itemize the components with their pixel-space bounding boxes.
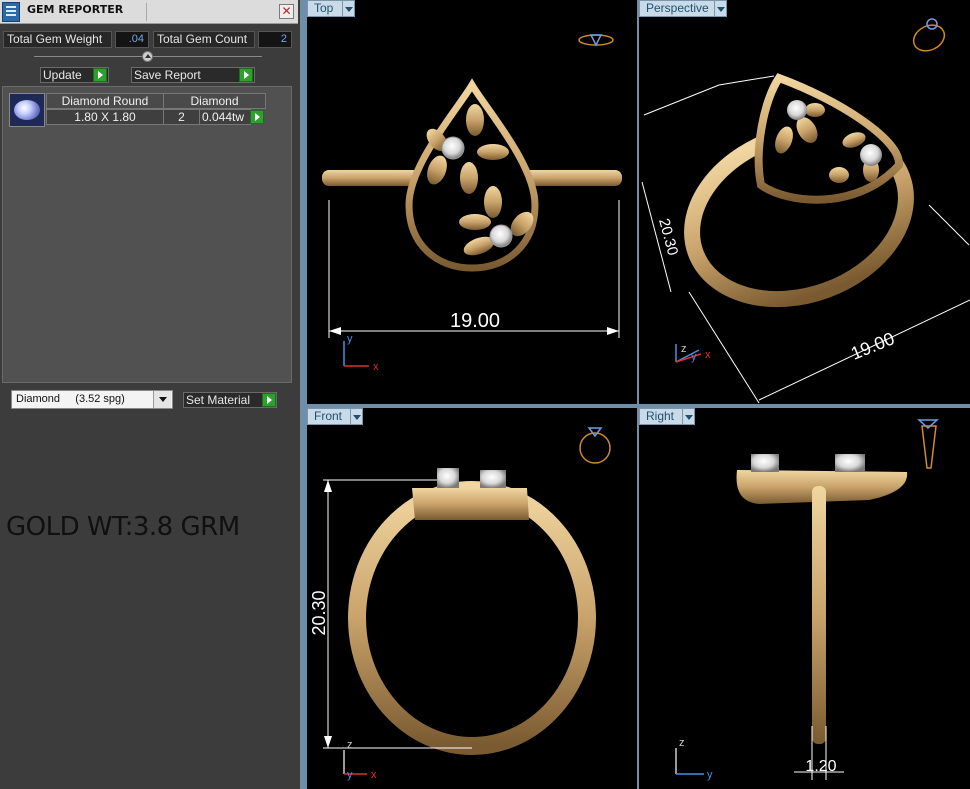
set-material-button-label: Set Material — [186, 393, 251, 407]
persp-dim-ext-c — [688, 291, 760, 404]
viewport-tab-right[interactable]: Right — [639, 408, 683, 425]
front-dim-arrow-top — [324, 480, 332, 492]
persp-dim-ext-b — [718, 75, 775, 86]
front-axis-y-label: y — [347, 769, 353, 781]
viewport-area: 19.00 y x Top 20.30 19.00 z y x Perspect… — [300, 0, 970, 789]
persp-axis-x-label: x — [705, 349, 711, 361]
persp-axis-z-label: z — [681, 343, 687, 355]
total-gem-weight-label: Total Gem Weight — [3, 31, 112, 48]
viewport-tab-perspective[interactable]: Perspective — [639, 0, 715, 17]
total-gem-weight-value: .04 — [115, 31, 149, 48]
title-bar: GEM REPORTER ✕ — [0, 0, 298, 24]
persp-dim-ext-d — [928, 204, 970, 246]
save-report-button[interactable]: Save Report — [131, 67, 255, 83]
diamond-thumbnail-icon[interactable] — [9, 93, 45, 127]
front-dim-arrow-bottom — [324, 736, 332, 748]
gem-reporter-panel: GEM REPORTER ✕ Total Gem Weight .04 Tota… — [0, 0, 300, 789]
persp-dim-width-label: 19.00 — [848, 328, 897, 363]
gem-reporter-icon — [2, 2, 20, 22]
right-axis-y-label: y — [707, 769, 713, 781]
window-title: GEM REPORTER — [27, 3, 124, 16]
front-axis-z-label: z — [347, 739, 353, 751]
save-report-go-icon[interactable] — [239, 68, 253, 82]
right-view-render: 1.20 z y — [675, 419, 939, 781]
top-view-render: 19.00 y x — [322, 34, 622, 373]
total-gem-count-value: 2 — [258, 31, 292, 48]
chevron-down-icon[interactable] — [153, 391, 171, 408]
title-divider — [146, 3, 147, 21]
perspective-view-render: 20.30 19.00 z y x — [641, 18, 970, 404]
view-gizmo-icon[interactable] — [579, 427, 611, 464]
axis-y-label: y — [347, 333, 353, 345]
shank-side — [812, 486, 826, 744]
viewport-front-menu-icon[interactable] — [350, 408, 363, 425]
persp-axis-y-label: y — [691, 351, 697, 363]
axis-x-label: x — [373, 361, 379, 373]
setting-side-left — [751, 454, 779, 472]
viewport-perspective[interactable]: 20.30 19.00 z y x Perspective — [639, 0, 970, 404]
dim-arrow-left — [329, 327, 341, 335]
ring-band-front — [348, 481, 596, 755]
right-dimension-label: 1.20 — [805, 758, 836, 775]
viewport-top[interactable]: 19.00 y x Top — [307, 0, 637, 404]
setting-side-right — [835, 454, 865, 472]
viewport-tab-front[interactable]: Front — [307, 408, 351, 425]
save-report-button-label: Save Report — [134, 68, 201, 82]
update-button-label: Update — [43, 68, 82, 82]
set-material-go-icon[interactable] — [262, 393, 276, 407]
front-view-render: 20.30 z y x — [309, 427, 611, 781]
view-gizmo-icon[interactable] — [578, 34, 614, 47]
update-go-icon[interactable] — [93, 68, 107, 82]
gem-row-go-icon[interactable] — [250, 110, 264, 124]
viewport-top-menu-icon[interactable] — [342, 0, 355, 17]
gem-weight-cell: 0.044tw — [199, 109, 251, 125]
front-axis-x-label: x — [371, 769, 377, 781]
gem-header-shape: Diamond Round — [46, 93, 164, 109]
gem-header-type: Diamond — [163, 93, 266, 109]
material-dropdown[interactable]: Diamond (3.52 spg) — [11, 390, 173, 409]
persp-dim-height-label: 20.30 — [655, 217, 681, 258]
dim-arrow-right — [607, 327, 619, 335]
gold-weight-note: GOLD WT:3.8 GRM — [6, 512, 240, 542]
right-axis-z-label: z — [679, 737, 685, 749]
collapse-arrow-icon[interactable] — [142, 51, 153, 62]
head-front — [412, 488, 529, 520]
gem-size-cell: 1.80 X 1.80 — [46, 109, 164, 125]
viewport-perspective-menu-icon[interactable] — [714, 0, 727, 17]
persp-dim-ext-a — [643, 84, 720, 116]
view-gizmo-icon[interactable] — [917, 419, 939, 469]
gem-list: Diamond Round Diamond 1.80 X 1.80 2 0.04… — [2, 86, 292, 383]
gem-count-cell: 2 — [163, 109, 200, 125]
viewport-right-menu-icon[interactable] — [682, 408, 695, 425]
viewport-tab-top[interactable]: Top — [307, 0, 343, 17]
viewport-right[interactable]: 1.20 z y Right — [639, 408, 970, 789]
viewport-front[interactable]: 20.30 z y x Front — [307, 408, 637, 789]
front-dimension-label: 20.30 — [309, 590, 329, 635]
total-gem-count-label: Total Gem Count — [153, 31, 255, 48]
top-dimension-label: 19.00 — [450, 310, 500, 332]
close-button[interactable]: ✕ — [279, 4, 294, 19]
view-gizmo-icon[interactable] — [909, 18, 948, 56]
